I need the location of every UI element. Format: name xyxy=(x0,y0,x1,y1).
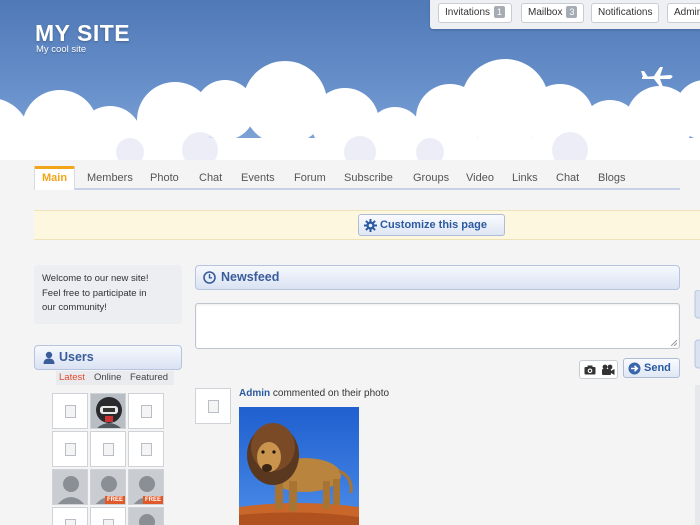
tab-blogs[interactable]: Blogs xyxy=(598,166,626,190)
notifications-button[interactable]: Notifications xyxy=(591,3,660,23)
newsfeed-header: Newsfeed xyxy=(195,265,680,290)
filter-online[interactable]: Online xyxy=(94,371,121,385)
gear-icon xyxy=(364,219,377,232)
activity-text: Admin commented on their photo xyxy=(239,388,389,399)
broken-image-icon xyxy=(141,405,152,418)
motocross-avatar xyxy=(91,394,125,428)
user-icon xyxy=(43,351,55,364)
broken-image-icon xyxy=(65,519,76,525)
user-thumbnail[interactable] xyxy=(90,393,126,429)
notifications-label: Notifications xyxy=(598,7,653,18)
broken-image-icon xyxy=(208,400,219,413)
user-thumbnail[interactable] xyxy=(128,393,164,429)
tab-main[interactable]: Main xyxy=(34,166,76,190)
default-avatar-icon xyxy=(57,476,85,504)
tab-photo[interactable]: Photo xyxy=(150,166,179,190)
clock-icon xyxy=(203,271,216,284)
customize-page-label: Customize this page xyxy=(380,219,487,231)
airplane-icon xyxy=(641,67,673,87)
default-avatar-icon xyxy=(139,514,155,525)
free-badge: FREE xyxy=(104,496,125,504)
resize-handle-icon[interactable] xyxy=(671,340,677,346)
tab-groups[interactable]: Groups xyxy=(413,166,449,190)
customize-page-button[interactable]: Customize this page xyxy=(358,214,505,236)
user-thumbnail[interactable] xyxy=(128,431,164,467)
tab-links[interactable]: Links xyxy=(512,166,538,190)
lion-photo xyxy=(239,407,359,525)
users-filter-tabs: Latest Online Featured xyxy=(56,371,174,385)
user-thumbnail[interactable]: FREE xyxy=(90,469,126,505)
welcome-box: Welcome to our new site! Feel free to pa… xyxy=(34,265,182,324)
site-subtitle: My cool site xyxy=(36,44,87,55)
user-thumbnail[interactable]: FREE xyxy=(128,469,164,505)
user-toolbar: Invitations 1 Mailbox 3 Notifications Admi… xyxy=(430,0,700,29)
mailbox-label: Mailbox xyxy=(528,7,563,18)
video-camera-icon[interactable] xyxy=(601,364,615,376)
tab-events[interactable]: Events xyxy=(241,166,275,190)
post-author-avatar[interactable] xyxy=(195,388,231,424)
media-buttons xyxy=(579,360,618,379)
send-label: Send xyxy=(644,362,671,374)
tab-members[interactable]: Members xyxy=(87,166,133,190)
mailbox-button[interactable]: Mailbox 3 xyxy=(521,3,585,23)
main-navigation: Main Members Photo Chat Events Forum Sub… xyxy=(34,166,680,190)
user-thumbnail[interactable] xyxy=(52,507,88,525)
admin-label: Admin xyxy=(674,7,700,18)
filter-latest[interactable]: Latest xyxy=(59,371,85,385)
post-author-link[interactable]: Admin xyxy=(239,388,270,399)
send-button[interactable]: Send xyxy=(623,358,680,378)
tab-subscribe[interactable]: Subscribe xyxy=(344,166,393,190)
newsfeed-post-textarea[interactable] xyxy=(195,303,680,349)
site-title[interactable]: MY SITE xyxy=(35,20,130,47)
arrow-right-circle-icon xyxy=(628,362,641,375)
tab-chat[interactable]: Chat xyxy=(199,166,222,190)
broken-image-icon xyxy=(65,443,76,456)
user-thumbnail[interactable] xyxy=(90,507,126,525)
tab-chat-2[interactable]: Chat xyxy=(556,166,579,190)
welcome-line-1: Welcome to our new site! xyxy=(42,273,149,284)
user-thumbnail[interactable] xyxy=(52,469,88,505)
invitations-button[interactable]: Invitations 1 xyxy=(438,3,513,23)
broken-image-icon xyxy=(103,443,114,456)
mailbox-count: 3 xyxy=(566,6,578,18)
filter-featured[interactable]: Featured xyxy=(130,371,168,385)
newsfeed-title: Newsfeed xyxy=(221,270,280,284)
post-action-text: commented on their photo xyxy=(272,388,390,399)
users-title: Users xyxy=(59,350,94,364)
invitations-count: 1 xyxy=(494,6,506,18)
user-thumbnail[interactable] xyxy=(128,507,164,525)
camera-icon[interactable] xyxy=(584,365,596,375)
user-thumbnail[interactable] xyxy=(52,393,88,429)
broken-image-icon xyxy=(65,405,76,418)
free-badge: FREE xyxy=(142,496,163,504)
welcome-line-2: Feel free to participate in xyxy=(42,287,147,299)
user-thumbnail[interactable] xyxy=(52,431,88,467)
broken-image-icon xyxy=(141,443,152,456)
tab-forum[interactable]: Forum xyxy=(294,166,326,190)
post-photo[interactable] xyxy=(239,407,359,525)
tab-video[interactable]: Video xyxy=(466,166,494,190)
users-header: Users xyxy=(34,345,182,370)
user-thumbnail[interactable] xyxy=(90,431,126,467)
welcome-line-3: our community! xyxy=(42,302,107,313)
invitations-label: Invitations xyxy=(445,7,491,18)
admin-button[interactable]: Admin xyxy=(667,3,700,23)
right-column-edge xyxy=(694,290,700,525)
broken-image-icon xyxy=(103,519,114,525)
